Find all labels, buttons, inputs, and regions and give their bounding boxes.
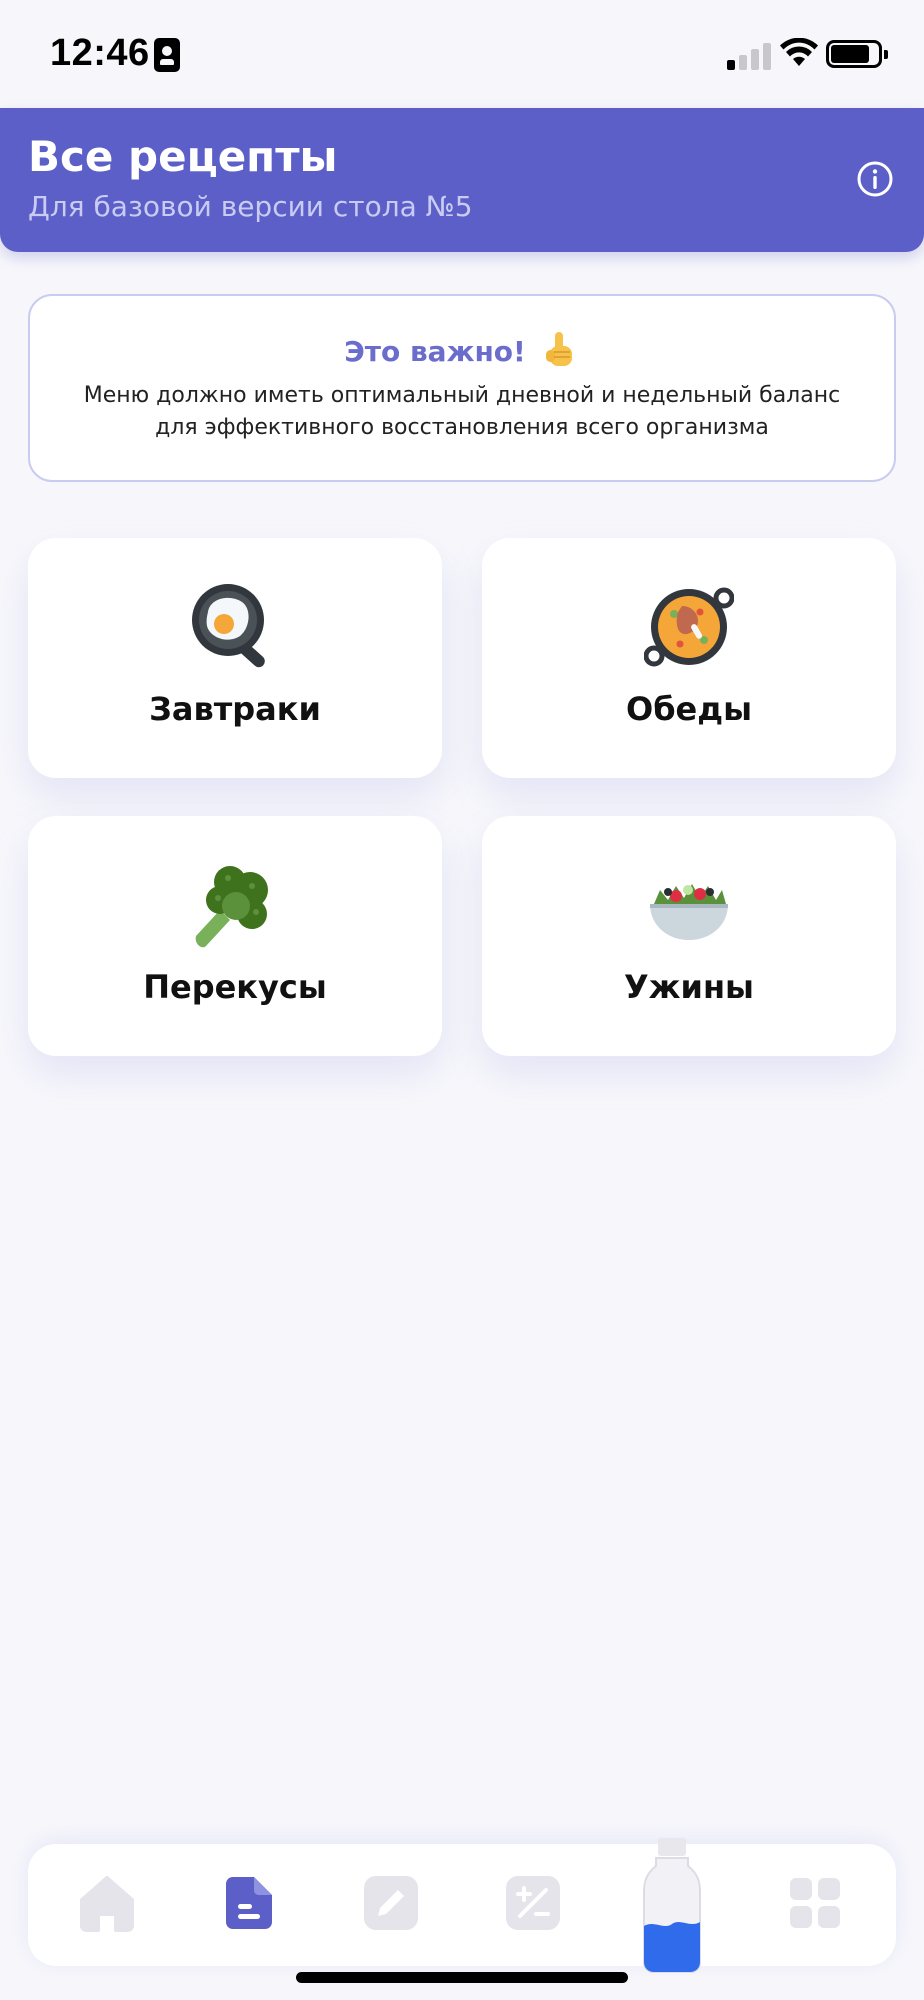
app-header: Все рецепты Для базовой версии стола №5 [0,108,924,252]
bottom-navigation [28,1838,896,1973]
salad-bowl-icon [650,884,728,940]
home-icon[interactable] [78,1874,136,1932]
category-card-snacks[interactable]: Перекусы [28,816,442,1056]
category-label: Обеды [625,690,753,728]
battery-icon [826,40,888,68]
wifi-icon [780,38,818,66]
category-label: Перекусы [143,968,327,1006]
frying-pan-egg-icon [192,584,265,668]
pointing-up-hand-icon [545,332,572,366]
water-bottle-icon[interactable] [640,1838,704,1976]
category-card-dinner[interactable]: Ужины [482,816,896,1056]
calculator-icon[interactable] [504,1874,562,1932]
id-badge-icon [154,38,180,72]
notice-title-row: Это важно! [30,330,894,372]
notice-title: Это важно! [344,334,526,368]
important-notice-card: Это важно! Меню должно иметь оптимальный… [28,294,896,482]
category-label: Ужины [624,968,754,1006]
edit-icon[interactable] [362,1874,420,1932]
category-card-breakfast[interactable]: Завтраки [28,538,442,778]
category-label: Завтраки [149,690,321,728]
info-icon[interactable] [856,160,894,198]
notice-text: Меню должно иметь оптимальный дневной и … [83,383,841,440]
status-bar: 12:46 [0,0,924,108]
page-title: Все рецепты [28,132,338,181]
home-indicator[interactable] [296,1972,628,1983]
cellular-signal-icon [727,40,771,70]
paella-pan-icon [644,587,734,667]
status-time: 12:46 [50,32,150,74]
recipes-icon[interactable] [220,1874,278,1932]
page-subtitle: Для базовой версии стола №5 [28,190,473,223]
apps-grid-icon[interactable] [786,1874,844,1932]
broccoli-icon [195,866,268,948]
category-card-lunch[interactable]: Обеды [482,538,896,778]
